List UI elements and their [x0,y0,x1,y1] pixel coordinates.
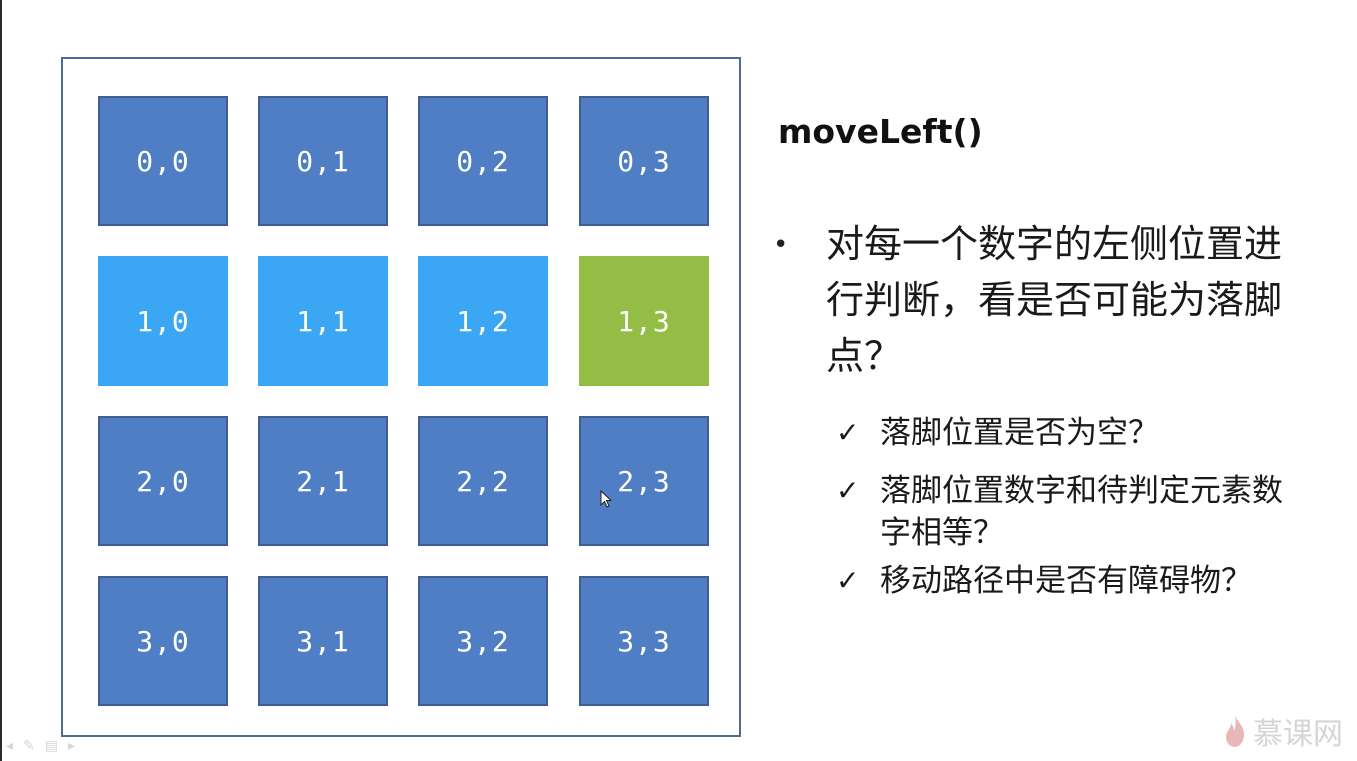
grid-cell-0-0: 0,0 [98,96,228,226]
flame-icon [1226,715,1245,747]
grid-cell-1-0: 1,0 [98,256,228,386]
previous-icon[interactable]: ◂ [6,738,13,754]
grid-cell-3-1: 3,1 [258,576,388,706]
game-grid: 0,0 0,1 0,2 0,3 1,0 1,1 1,2 1,3 2,0 2,1 … [61,57,741,737]
check-icon: ✓ [836,564,860,597]
grid-cell-3-0: 3,0 [98,576,228,706]
watermark: 慕课网 [1223,709,1343,753]
grid-cell-1-1: 1,1 [258,256,388,386]
check-text: 落脚位置数字和待判定元素数字相等？ [880,473,1283,551]
grid-cell-3-3: 3,3 [579,576,709,706]
main-bullet-text: 对每一个数字的左侧位置进行判断，看是否可能为落脚点？ [826,222,1283,378]
mouse-cursor-icon [600,490,613,508]
grid-cell-2-2: 2,2 [418,416,548,546]
check-item-1: ✓ 落脚位置是否为空？ [836,412,1310,454]
slide-edge [0,0,2,761]
watermark-text: 慕课网 [1253,717,1343,752]
grid-cell-0-2: 0,2 [418,96,548,226]
grid-cell-2-1: 2,1 [258,416,388,546]
grid-cell-2-0: 2,0 [98,416,228,546]
pen-icon[interactable]: ✎ [23,738,35,754]
grid-cell-1-2: 1,2 [418,256,548,386]
grid-cell-2-3: 2,3 [579,416,709,546]
check-text: 落脚位置是否为空？ [880,415,1159,451]
check-text: 移动路径中是否有障碍物？ [880,563,1252,599]
check-item-2: ✓ 落脚位置数字和待判定元素数字相等？ [836,470,1310,554]
slide-player-controls: ◂ ✎ ▤ ▸ [6,738,75,754]
grid-cell-0-1: 0,1 [258,96,388,226]
slides-icon[interactable]: ▤ [45,738,58,754]
check-icon: ✓ [836,416,860,449]
next-icon[interactable]: ▸ [68,738,75,754]
slide-title: moveLeft() [778,112,983,151]
grid-cell-0-3: 0,3 [579,96,709,226]
check-icon: ✓ [836,474,860,507]
bullet-dot-icon: • [773,230,789,260]
grid-cell-3-2: 3,2 [418,576,548,706]
check-item-3: ✓ 移动路径中是否有障碍物？ [836,560,1310,602]
grid-cell-1-3: 1,3 [579,256,709,386]
